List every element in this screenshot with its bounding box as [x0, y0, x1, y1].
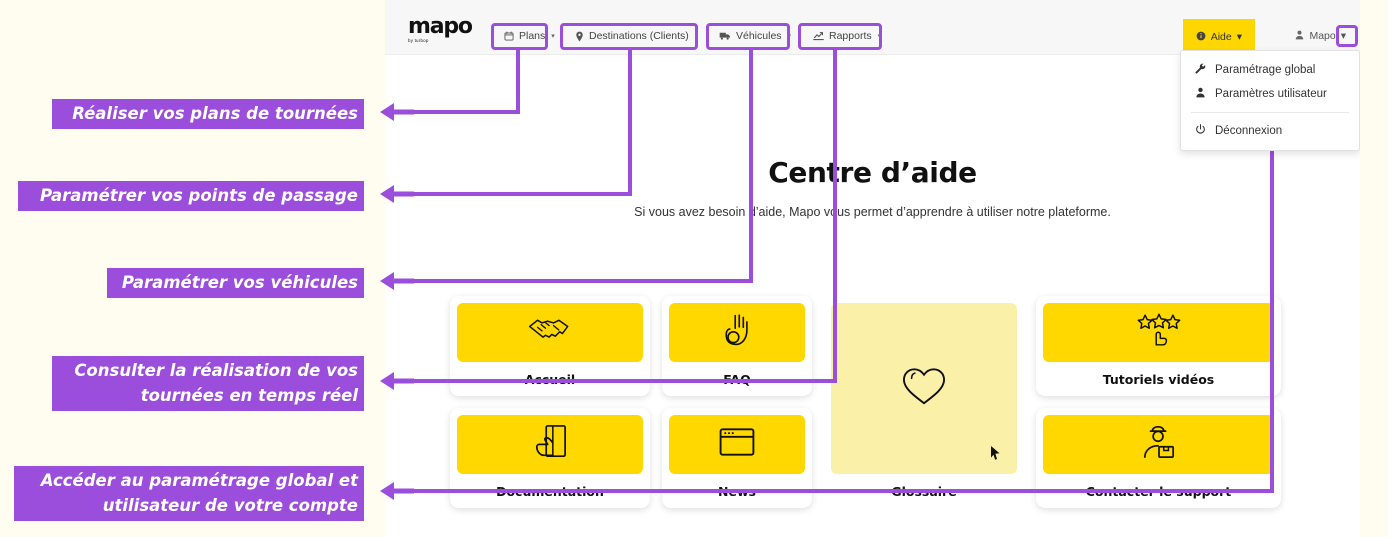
user-dropdown-menu: Paramétrage global Paramètres utilisateu… [1180, 50, 1360, 151]
card-label: News [718, 483, 756, 499]
chevron-down-icon: ▾ [787, 33, 792, 40]
card-tile [457, 303, 643, 362]
user-label: Mapo [1309, 30, 1336, 42]
app-header: mapo by turbop Plans ▾ Destinations (Cli… [385, 0, 1360, 55]
card-news[interactable]: News [662, 408, 812, 508]
chevron-down-icon: ▾ [551, 33, 555, 40]
page-title: Centre d’aide [768, 156, 977, 189]
help-card-grid: Accueil FAQ Glossaire Tutoriels vidéos D… [450, 296, 1315, 516]
card-tile [831, 303, 1017, 474]
user-menu-button[interactable]: Mapo ▾ [1295, 24, 1346, 48]
nav-item-rapports[interactable]: Rapports ▾ [806, 24, 888, 48]
menu-item-deconnexion[interactable]: Déconnexion [1181, 119, 1359, 143]
person-icon [1295, 30, 1304, 43]
card-label: Documentation [496, 483, 604, 499]
card-tile [669, 415, 805, 474]
browser-window-icon [719, 427, 755, 462]
page-subtitle: Si vous avez besoin d’aide, Mapo vous pe… [634, 205, 1111, 219]
card-faq[interactable]: FAQ [662, 296, 812, 396]
card-label: Tutoriels vidéos [1102, 371, 1215, 387]
calendar-icon [504, 31, 514, 41]
nav-label-destinations: Destinations (Clients) [589, 30, 689, 42]
card-tile [1043, 415, 1274, 474]
card-documentation[interactable]: Documentation [450, 408, 650, 508]
annotation-vehicules: Paramétrer vos véhicules [107, 268, 364, 298]
info-icon [1196, 31, 1206, 44]
menu-item-parametrage-global[interactable]: Paramétrage global [1181, 58, 1359, 82]
nav-item-vehicules[interactable]: Véhicules ▾ [712, 24, 798, 48]
nav-label-rapports: Rapports [829, 30, 872, 42]
card-label: Contacter le support [1085, 483, 1232, 499]
card-glossaire[interactable]: Glossaire [824, 296, 1024, 508]
heart-icon [901, 365, 947, 412]
annotation-parametrage: Accéder au paramétrage global et utilisa… [14, 466, 364, 521]
chart-icon [813, 31, 824, 41]
stars-rating-icon [1134, 313, 1184, 352]
nav-label-vehicules: Véhicules [736, 30, 782, 42]
card-label: Glossaire [891, 483, 957, 499]
card-contacter-le-support[interactable]: Contacter le support [1036, 408, 1281, 508]
nav-item-plans[interactable]: Plans ▾ [497, 24, 562, 48]
mouse-cursor-icon [990, 445, 1001, 465]
chevron-down-icon: ▾ [877, 33, 882, 40]
nav-label-plans: Plans [519, 30, 546, 42]
card-tile [669, 303, 805, 362]
support-agent-icon [1142, 423, 1176, 466]
ok-hand-icon [723, 312, 751, 353]
menu-label: Paramétrage global [1215, 64, 1316, 76]
menu-label: Déconnexion [1215, 125, 1283, 137]
annotation-rapports: Consulter la réalisation de vos tournées… [52, 356, 364, 411]
chevron-down-icon: ▾ [1236, 31, 1242, 43]
menu-item-parametres-utilisateur[interactable]: Paramètres utilisateur [1181, 82, 1359, 106]
person-icon [1195, 87, 1206, 101]
menu-label: Paramètres utilisateur [1215, 88, 1327, 100]
card-tutoriels-videos[interactable]: Tutoriels vidéos [1036, 296, 1281, 396]
power-icon [1195, 124, 1206, 138]
annotation-plans: Réaliser vos plans de tournées [52, 99, 364, 129]
card-accueil[interactable]: Accueil [450, 296, 650, 396]
chevron-down-icon: ▾ [694, 33, 699, 40]
card-tile [1043, 303, 1274, 362]
map-pin-icon [575, 31, 584, 42]
hand-book-icon [533, 424, 567, 465]
wrench-icon [1195, 63, 1206, 77]
chevron-down-icon: ▾ [1340, 30, 1346, 42]
truck-icon [719, 31, 731, 41]
handshake-icon [527, 314, 573, 351]
app-window: mapo by turbop Plans ▾ Destinations (Cli… [385, 0, 1360, 537]
nav-item-destinations[interactable]: Destinations (Clients) ▾ [568, 24, 705, 48]
menu-divider [1191, 112, 1349, 113]
card-label: FAQ [723, 371, 751, 387]
card-tile [457, 415, 643, 474]
card-label: Accueil [524, 371, 576, 387]
mapo-logo: mapo by turbop [408, 16, 483, 46]
logo-wordmark: mapo [408, 14, 473, 39]
annotation-destinations: Paramétrer vos points de passage [18, 181, 364, 211]
aide-label: Aide [1210, 31, 1232, 43]
